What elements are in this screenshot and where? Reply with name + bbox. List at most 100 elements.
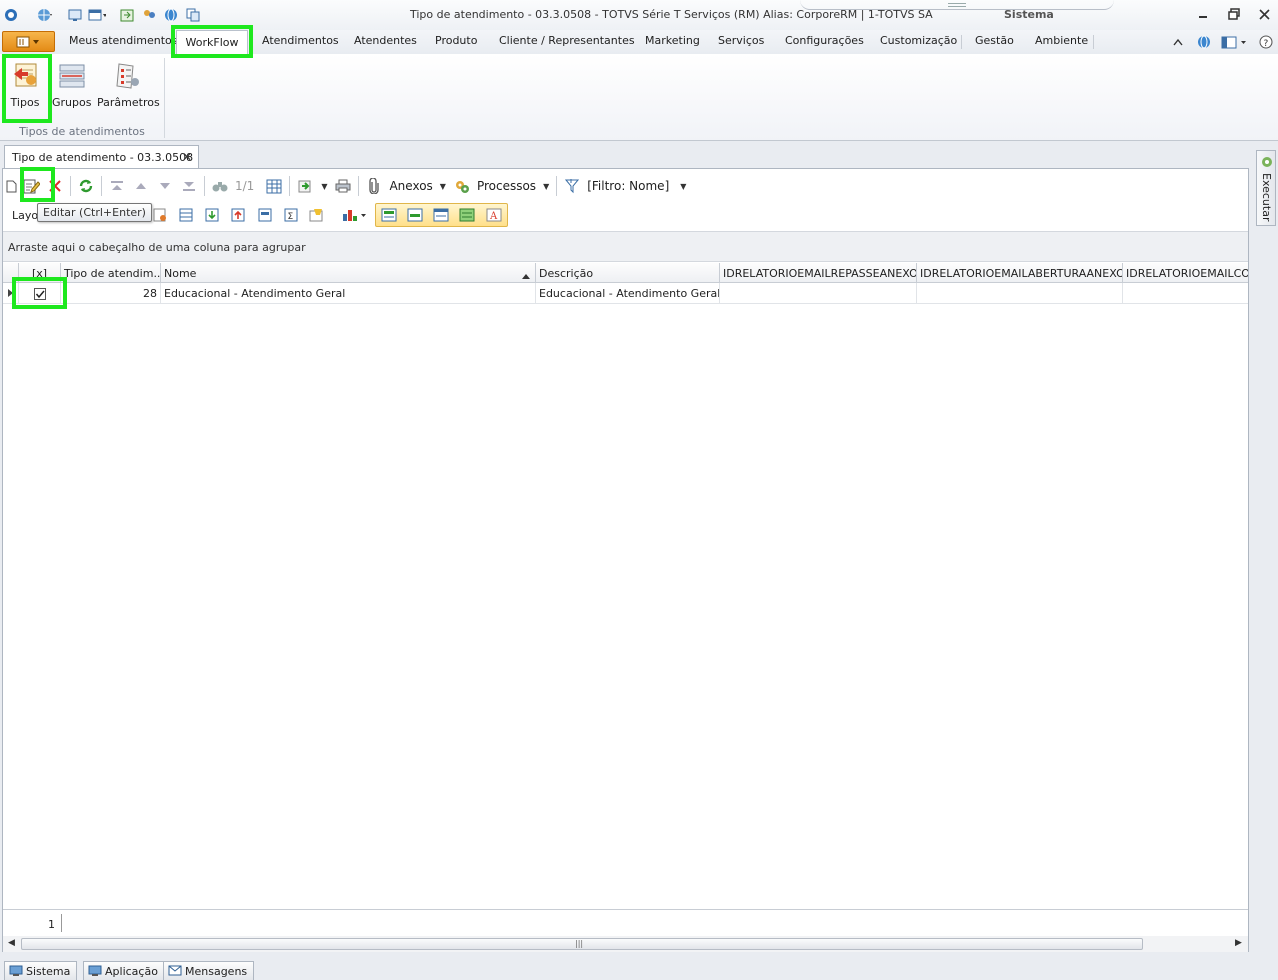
row-checkbox[interactable]: [33, 287, 46, 300]
import-layout-icon[interactable]: [201, 205, 223, 225]
scroll-left-icon[interactable]: ◀: [8, 938, 15, 948]
tab-marketing[interactable]: Marketing: [645, 34, 700, 47]
binoculars-icon[interactable]: [209, 175, 231, 197]
application-menu-button[interactable]: [2, 31, 55, 52]
last-record-icon[interactable]: [178, 175, 200, 197]
delete-icon[interactable]: [44, 175, 66, 197]
tab-gestao[interactable]: Gestão: [975, 34, 1014, 47]
table-row[interactable]: 28 Educacional - Atendimento Geral Educa…: [3, 283, 1248, 304]
layout-save-icon[interactable]: [149, 205, 171, 225]
view-mode-1-icon[interactable]: [378, 205, 400, 225]
row-checkbox-cell[interactable]: [19, 283, 61, 304]
cell-tipo[interactable]: 28: [61, 283, 161, 304]
sum-icon[interactable]: Σ: [280, 205, 302, 225]
close-tab-icon[interactable]: ✕: [182, 150, 192, 164]
layout-label[interactable]: Layo: [12, 209, 38, 222]
navigate-icon[interactable]: [294, 175, 316, 197]
main-toolbar: 1/1 ▼ Anexos ▼ Processos ▼ [Filtro: Nome…: [3, 171, 1248, 201]
column-header-select[interactable]: [x]: [19, 263, 61, 283]
columns-icon[interactable]: [175, 205, 197, 225]
refresh-icon[interactable]: [75, 175, 97, 197]
chart-dropdown-icon[interactable]: [341, 205, 369, 225]
tab-produto[interactable]: Produto: [435, 34, 477, 47]
processos-button[interactable]: Processos: [477, 179, 536, 193]
edit-icon[interactable]: [20, 175, 42, 197]
taskbar-aplicacao[interactable]: Aplicação: [83, 961, 165, 980]
print-icon[interactable]: [332, 175, 354, 197]
executar-dock[interactable]: Executar: [1256, 150, 1276, 226]
grid-view-icon[interactable]: [263, 175, 285, 197]
chevron-down-icon[interactable]: ▼: [321, 182, 327, 191]
copy-window-icon[interactable]: [184, 7, 202, 23]
tab-atendentes[interactable]: Atendentes: [354, 34, 417, 47]
chevron-down-icon[interactable]: ▼: [543, 182, 549, 191]
window-dropdown-icon[interactable]: [88, 7, 106, 23]
cell-idrelatorio-repasse[interactable]: [720, 283, 917, 304]
cell-idrelatorio-abertura[interactable]: [917, 283, 1123, 304]
grupos-button[interactable]: Grupos: [52, 58, 91, 109]
grip-icon[interactable]: [948, 3, 966, 7]
help-icon[interactable]: ?: [1258, 34, 1274, 50]
minimize-icon[interactable]: [1195, 6, 1211, 22]
chevron-down-icon[interactable]: ▼: [680, 182, 686, 191]
edit-tooltip: Editar (Ctrl+Enter): [37, 203, 152, 222]
group-by-area[interactable]: Arraste aqui o cabeçalho de uma coluna p…: [3, 231, 1248, 262]
taskbar-sistema[interactable]: Sistema: [4, 961, 78, 980]
column-header-idrelatorio-con[interactable]: IDRELATORIOEMAILCON: [1123, 263, 1248, 283]
monitor-add-icon[interactable]: [66, 7, 84, 23]
view-mode-2-icon[interactable]: [404, 205, 426, 225]
tab-customizacao[interactable]: Customização: [880, 34, 957, 47]
tab-cliente-representantes[interactable]: Cliente / Representantes: [499, 34, 635, 47]
group-panel-icon[interactable]: [254, 205, 276, 225]
parametros-button[interactable]: Parâmetros: [97, 58, 160, 109]
tab-ambiente[interactable]: Ambiente: [1035, 34, 1088, 47]
restore-icon[interactable]: [1226, 6, 1242, 22]
executar-label: Executar: [1260, 173, 1273, 222]
column-header-descricao[interactable]: Descrição: [536, 263, 720, 283]
web-help-icon[interactable]: [1196, 34, 1212, 50]
processos-gear-icon[interactable]: [451, 175, 473, 197]
column-header-tipo[interactable]: Tipo de atendim...: [61, 263, 161, 283]
export-icon[interactable]: [118, 7, 136, 23]
cell-idrelatorio-con[interactable]: [1123, 283, 1248, 304]
app-logo-icon[interactable]: [2, 7, 20, 23]
users-icon[interactable]: [140, 7, 158, 23]
tab-atendimentos[interactable]: Atendimentos: [262, 34, 339, 47]
filter-icon[interactable]: [561, 175, 583, 197]
tab-configuracoes[interactable]: Configurações: [785, 34, 864, 47]
filter-selector[interactable]: [Filtro: Nome]: [587, 179, 669, 193]
column-header-idrelatorio-repasse[interactable]: IDRELATORIOEMAILREPASSEANEXO: [720, 263, 917, 283]
document-tab[interactable]: Tipo de atendimento - 03.3.0508 ✕: [4, 145, 199, 169]
ribbon-panel: Tipos Grupos Parâmetros Tipos de atendim…: [0, 54, 1278, 141]
view-mode-3-icon[interactable]: [430, 205, 452, 225]
taskbar-mensagens-label: Mensagens: [185, 964, 248, 978]
tab-workflow[interactable]: WorkFlow: [176, 30, 248, 54]
previous-record-icon[interactable]: [130, 175, 152, 197]
paperclip-icon[interactable]: [363, 175, 385, 197]
cell-descricao[interactable]: Educacional - Atendimento Geral: [536, 283, 720, 304]
highlight-icon[interactable]: [306, 205, 328, 225]
view-mode-4-icon[interactable]: [456, 205, 478, 225]
new-icon[interactable]: [4, 175, 18, 197]
tipos-button[interactable]: Tipos: [9, 58, 41, 109]
cell-nome[interactable]: Educacional - Atendimento Geral: [161, 283, 536, 304]
column-header-idrelatorio-abertura[interactable]: IDRELATORIOEMAILABERTURAANEXO: [917, 263, 1123, 283]
layout-dropdown-icon[interactable]: [1220, 34, 1250, 50]
anexos-button[interactable]: Anexos: [389, 179, 432, 193]
globe-dropdown-icon[interactable]: [36, 7, 54, 23]
web-icon[interactable]: [162, 7, 180, 23]
horizontal-scrollbar[interactable]: ◀ ||| ▶: [3, 936, 1248, 952]
next-record-icon[interactable]: [154, 175, 176, 197]
font-icon[interactable]: A: [483, 205, 505, 225]
first-record-icon[interactable]: [106, 175, 128, 197]
taskbar-mensagens[interactable]: Mensagens: [163, 961, 255, 980]
tab-meus-atendimentos[interactable]: Meus atendimentos: [69, 34, 178, 47]
scroll-right-icon[interactable]: ▶: [1235, 938, 1242, 948]
tab-servicos[interactable]: Serviços: [718, 34, 764, 47]
export-layout-icon[interactable]: [227, 205, 249, 225]
column-header-nome[interactable]: Nome: [161, 263, 536, 283]
collapse-ribbon-icon[interactable]: [1170, 34, 1186, 50]
chevron-down-icon[interactable]: ▼: [440, 182, 446, 191]
grid-footer: 1: [3, 909, 1248, 936]
close-icon[interactable]: [1256, 6, 1272, 22]
